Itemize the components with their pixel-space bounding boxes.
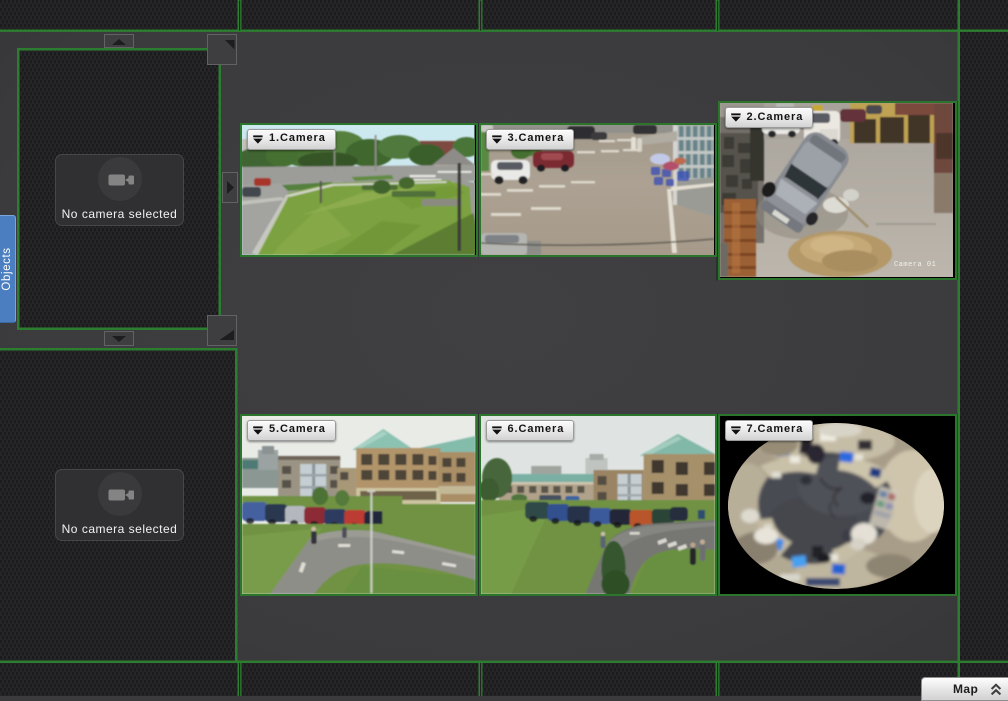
svg-text:Camera 01: Camera 01	[894, 261, 936, 269]
